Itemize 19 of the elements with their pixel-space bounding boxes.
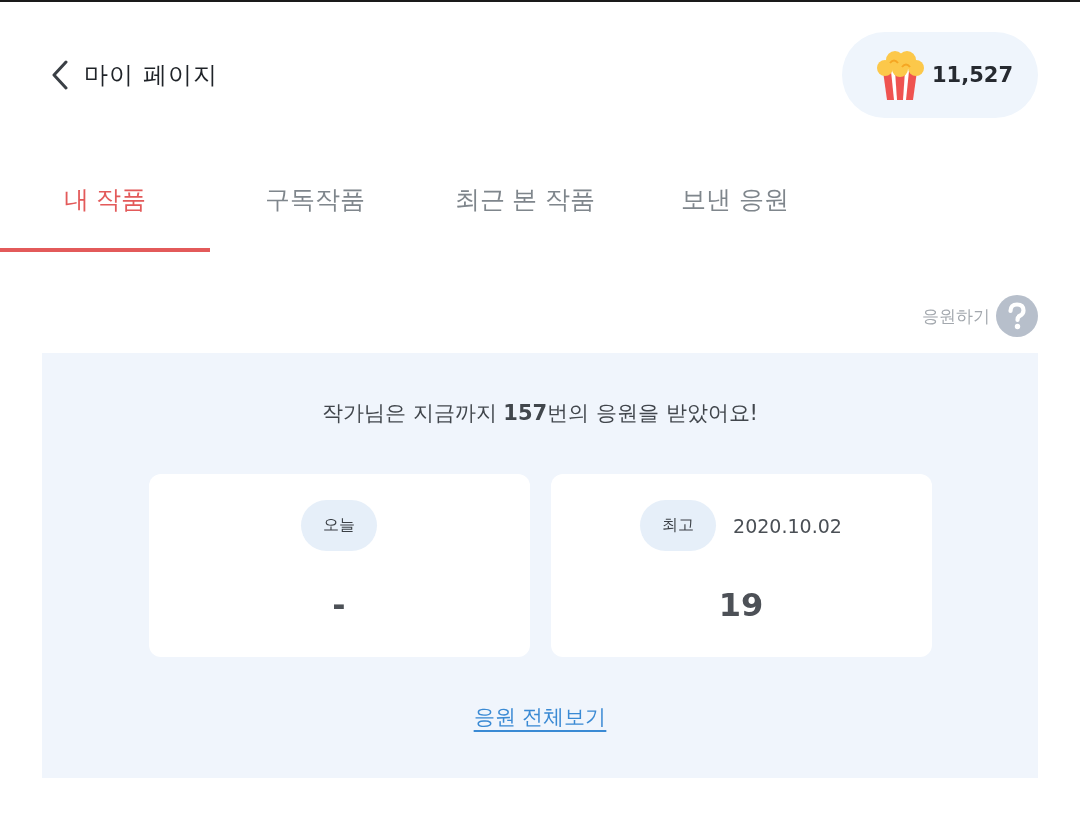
cheer-headline: 작가님은 지금까지 157번의 응원을 받았어요! bbox=[322, 400, 758, 427]
stat-value: 19 bbox=[718, 585, 764, 625]
stat-date: 2020.10.02 bbox=[733, 514, 842, 537]
tab[interactable]: 내 작품 bbox=[0, 150, 210, 252]
stat-label: 최고 bbox=[640, 500, 717, 551]
page-title: 마이 페이지 bbox=[84, 60, 218, 91]
tab[interactable]: 최근 본 작품 bbox=[420, 150, 630, 252]
points-count: 11,527 bbox=[932, 63, 1014, 87]
tab[interactable]: 구독작품 bbox=[210, 150, 420, 252]
help-icon bbox=[996, 295, 1038, 337]
tab[interactable]: 보낸 응원 bbox=[630, 150, 840, 252]
view-all-link[interactable]: 응원 전체보기 bbox=[473, 702, 607, 732]
stat-value: - bbox=[332, 585, 346, 625]
back-chevron-icon bbox=[51, 60, 69, 90]
popcorn-icon bbox=[875, 49, 925, 101]
help-label: 응원하기 bbox=[922, 304, 990, 328]
stat-label: 오늘 bbox=[301, 500, 377, 551]
back-button[interactable] bbox=[50, 59, 70, 91]
points-pill[interactable]: 11,527 bbox=[842, 32, 1038, 118]
